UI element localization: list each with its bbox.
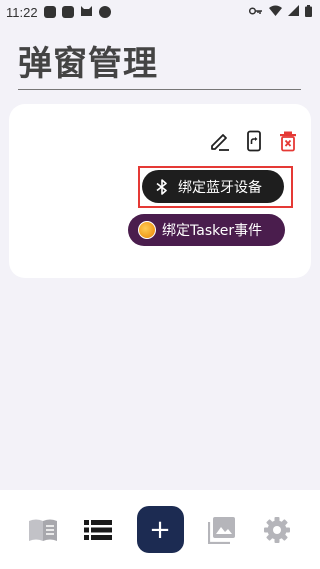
- signal-icon: [288, 5, 299, 19]
- bind-tasker-button[interactable]: 绑定Tasker事件: [128, 214, 285, 246]
- edit-icon: [211, 134, 229, 151]
- nav-list[interactable]: [81, 513, 115, 547]
- nav-book[interactable]: [26, 513, 60, 547]
- app-notification-icon: [43, 6, 56, 18]
- phone-share-icon: [247, 130, 261, 152]
- settings-icon: [264, 516, 290, 543]
- status-bar: 11:22: [0, 0, 320, 24]
- phone-share-button[interactable]: [243, 130, 265, 152]
- cat-icon: [80, 5, 93, 20]
- tasker-icon: [138, 221, 156, 239]
- battery-icon: [305, 4, 312, 20]
- add-icon: +: [149, 514, 171, 545]
- bottom-nav: +: [0, 490, 320, 569]
- status-left: 11:22: [6, 5, 111, 20]
- title-divider: [18, 89, 301, 90]
- bind-bluetooth-button[interactable]: 绑定蓝牙设备: [142, 170, 284, 203]
- status-time: 11:22: [6, 4, 38, 20]
- bind-bluetooth-label: 绑定蓝牙设备: [178, 179, 262, 196]
- nav-settings[interactable]: [260, 513, 294, 547]
- key-icon: [248, 5, 263, 19]
- book-icon: [29, 519, 57, 541]
- edit-button[interactable]: [209, 130, 231, 152]
- page-title: 弹窗管理: [18, 44, 158, 84]
- card-actions: [209, 130, 299, 152]
- wifi-icon: [269, 5, 282, 19]
- image-icon: [207, 516, 235, 544]
- app-notification-icon: [61, 6, 74, 18]
- nav-image[interactable]: [205, 513, 239, 547]
- delete-icon: [280, 131, 296, 152]
- delete-button[interactable]: [277, 130, 299, 152]
- circle-notification-icon: [98, 6, 111, 18]
- list-icon: [84, 519, 113, 540]
- status-right: [248, 4, 312, 20]
- add-button[interactable]: +: [136, 506, 184, 553]
- bluetooth-icon: [156, 178, 167, 195]
- bind-tasker-label: 绑定Tasker事件: [162, 223, 263, 239]
